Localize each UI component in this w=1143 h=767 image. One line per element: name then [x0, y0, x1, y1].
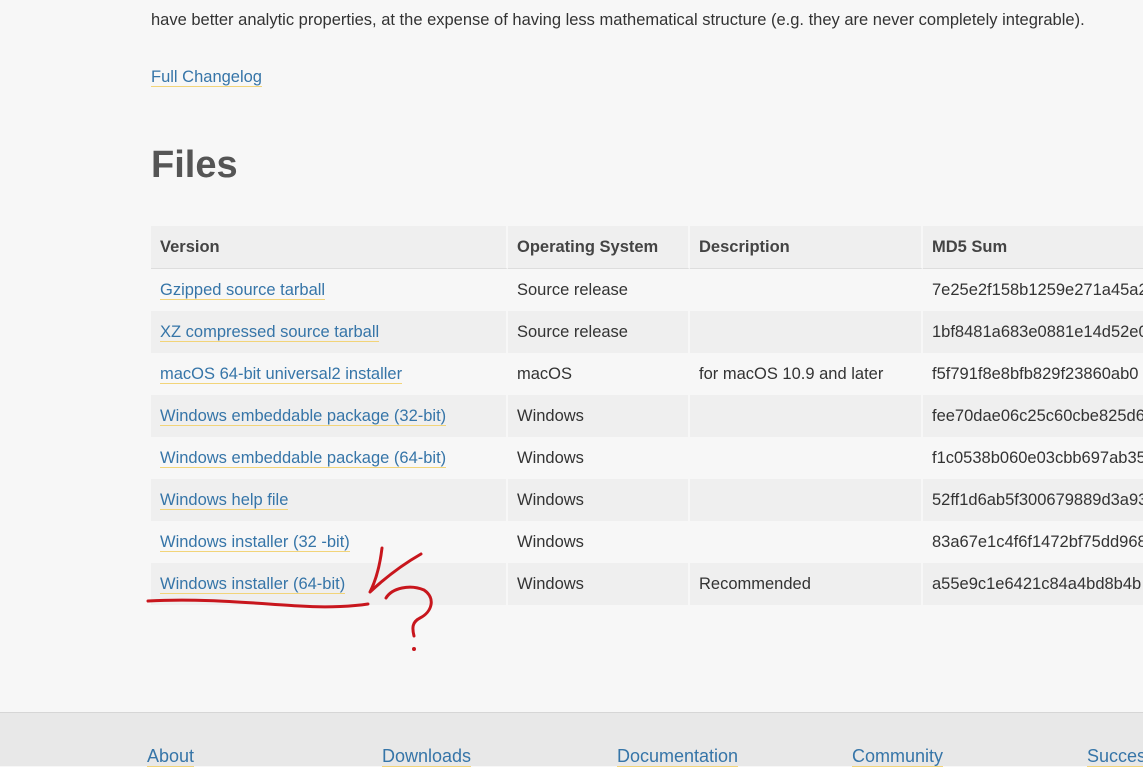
- table-row: Gzipped source tarball Source release 7e…: [151, 269, 1143, 311]
- version-cell: Windows installer (64-bit): [151, 563, 508, 605]
- full-changelog-link[interactable]: Full Changelog: [151, 68, 262, 87]
- footer-documentation-link[interactable]: Documentation: [617, 746, 739, 767]
- description-cell: for macOS 10.9 and later: [690, 353, 923, 395]
- md5-cell: 83a67e1c4f6f1472bf75dd968: [923, 521, 1143, 563]
- md5-cell: 7e25e2f158b1259e271a45a2: [923, 269, 1143, 311]
- footer-community-link[interactable]: Community: [852, 746, 944, 767]
- footer: About Downloads Documentation Community …: [0, 712, 1143, 767]
- description-cell: [690, 269, 923, 311]
- table-row: macOS 64-bit universal2 installer macOS …: [151, 353, 1143, 395]
- table-row: Windows installer (64-bit) Windows Recom…: [151, 563, 1143, 605]
- question-mark-dot: [412, 647, 416, 651]
- table-row: Windows installer (32 -bit) Windows 83a6…: [151, 521, 1143, 563]
- header-operating-system: Operating System: [508, 226, 690, 269]
- os-cell: macOS: [508, 353, 690, 395]
- download-link[interactable]: macOS 64-bit universal2 installer: [160, 364, 403, 384]
- changelog-line: Full Changelog: [151, 65, 262, 89]
- md5-cell: f5f791f8e8bfb829f23860ab0: [923, 353, 1143, 395]
- os-cell: Windows: [508, 437, 690, 479]
- table-row: Windows embeddable package (64-bit) Wind…: [151, 437, 1143, 479]
- footer-success-link[interactable]: Succes: [1087, 746, 1143, 767]
- footer-downloads-link[interactable]: Downloads: [382, 746, 472, 767]
- files-heading: Files: [151, 144, 238, 186]
- md5-cell: 1bf8481a683e0881e14d52e0: [923, 311, 1143, 353]
- header-md5-sum: MD5 Sum: [923, 226, 1143, 269]
- description-cell: [690, 521, 923, 563]
- version-cell: Windows help file: [151, 479, 508, 521]
- download-link[interactable]: XZ compressed source tarball: [160, 322, 380, 342]
- os-cell: Windows: [508, 479, 690, 521]
- table-row: XZ compressed source tarball Source rele…: [151, 311, 1143, 353]
- intro-paragraph: have better analytic properties, at the …: [151, 11, 1085, 29]
- header-description: Description: [690, 226, 923, 269]
- download-link[interactable]: Gzipped source tarball: [160, 280, 326, 300]
- os-cell: Source release: [508, 269, 690, 311]
- download-link[interactable]: Windows help file: [160, 490, 289, 510]
- download-link[interactable]: Windows installer (32 -bit): [160, 532, 350, 552]
- md5-cell: 52ff1d6ab5f300679889d3a93: [923, 479, 1143, 521]
- version-cell: macOS 64-bit universal2 installer: [151, 353, 508, 395]
- version-cell: Windows embeddable package (64-bit): [151, 437, 508, 479]
- description-cell: [690, 311, 923, 353]
- md5-cell: f1c0538b060e03cbb697ab35: [923, 437, 1143, 479]
- description-cell: [690, 395, 923, 437]
- version-cell: XZ compressed source tarball: [151, 311, 508, 353]
- files-table: Version Operating System Description MD5…: [151, 226, 1143, 605]
- md5-cell: a55e9c1e6421c84a4bd8b4b: [923, 563, 1143, 605]
- os-cell: Windows: [508, 395, 690, 437]
- description-cell: [690, 479, 923, 521]
- os-cell: Source release: [508, 311, 690, 353]
- footer-about-link[interactable]: About: [147, 746, 195, 767]
- version-cell: Windows embeddable package (32-bit): [151, 395, 508, 437]
- description-cell: Recommended: [690, 563, 923, 605]
- table-row: Windows embeddable package (32-bit) Wind…: [151, 395, 1143, 437]
- table-row: Windows help file Windows 52ff1d6ab5f300…: [151, 479, 1143, 521]
- table-header-row: Version Operating System Description MD5…: [151, 226, 1143, 269]
- header-version: Version: [151, 226, 508, 269]
- description-cell: [690, 437, 923, 479]
- download-link[interactable]: Windows installer (64-bit): [160, 574, 346, 594]
- os-cell: Windows: [508, 521, 690, 563]
- download-link[interactable]: Windows embeddable package (64-bit): [160, 448, 447, 468]
- version-cell: Gzipped source tarball: [151, 269, 508, 311]
- md5-cell: fee70dae06c25c60cbe825d6: [923, 395, 1143, 437]
- download-link[interactable]: Windows embeddable package (32-bit): [160, 406, 447, 426]
- version-cell: Windows installer (32 -bit): [151, 521, 508, 563]
- os-cell: Windows: [508, 563, 690, 605]
